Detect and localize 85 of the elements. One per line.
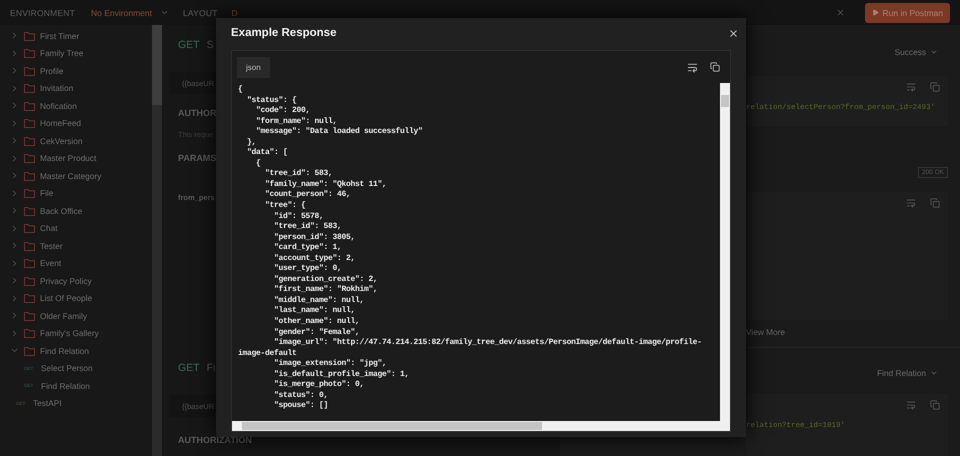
chevron-right-icon[interactable] [10,276,19,286]
caret-icon [930,48,938,56]
chevron-right-icon[interactable] [10,154,19,163]
folder-name[interactable]: Find Relation [40,346,89,356]
folder-name[interactable]: Invitation [40,83,74,94]
folder-name[interactable]: Older Family [40,310,88,321]
chevron-right-icon[interactable] [10,188,19,198]
request-name[interactable]: Select Person [41,363,93,374]
environment-label: ENVIRONMENT [10,8,76,18]
chevron-right-icon[interactable] [10,206,19,216]
chevron-right-icon[interactable] [10,66,19,76]
folder-icon [24,30,35,41]
folder-name[interactable]: Chat [40,223,58,234]
folder-name[interactable]: Back Office [40,206,82,216]
example-select[interactable]: Find Relation [877,368,938,378]
folder-icon [24,48,35,58]
chevron-right-icon[interactable] [10,136,19,146]
folder-name[interactable]: Master Product [40,153,96,164]
caret-icon [160,8,169,17]
folder-name[interactable]: Master Category [40,170,102,181]
chevron-right-icon[interactable] [10,294,19,303]
request-name[interactable]: TestAPI [33,398,62,408]
folder-icon [24,346,35,356]
run-button[interactable]: Run in Postman [864,2,950,22]
method-label: GET [178,39,200,53]
chevron-right-icon[interactable] [10,224,19,233]
copy-icon[interactable] [710,62,720,72]
folder-icon [24,206,35,216]
folder-icon [24,83,35,94]
chevron-right-icon[interactable] [10,31,19,40]
folder-name[interactable]: CekVersion [40,136,82,146]
chevron-right-icon[interactable] [10,311,19,320]
vertical-scrollbar[interactable] [720,83,730,421]
folder-icon [24,276,35,286]
folder-name[interactable]: Family's Gallery [40,328,99,338]
chevron-right-icon[interactable] [10,258,19,268]
folder-icon [24,328,35,338]
chevron-right-icon[interactable] [10,171,19,180]
folder-icon [24,170,35,181]
folder-name[interactable]: File [40,188,54,198]
request-name[interactable]: Find Relation [41,380,90,391]
folder-icon [24,188,35,198]
environment-select[interactable]: No Environment [91,8,152,18]
folder-name[interactable]: Nofication [40,100,77,111]
section-heading: AUTHORIZATION [178,435,252,445]
folder-name[interactable]: Tester [40,240,63,251]
chevron-right-icon[interactable] [10,84,19,93]
folder-icon [24,293,35,304]
folder-icon [24,118,35,128]
chevron-right-icon[interactable] [10,48,19,58]
close-button[interactable] [728,28,739,38]
folder-icon [24,223,35,234]
json-code: { "status": { "code": 200, "form_name": null, "message": "Data loaded successfully" }, "data": [ { "tree_id": 583, "family_name": "Qkohst 11", "count_person": 46, "tree": { "id": 5578, "tree_id": 583, "person_id": 3805, "card_type": 1, "account_type": 2, "user_type": 0, "generation_create": 2, "first_name": "Rokhim", "middle_name": null, "last_name": null, "other_name": null, "gender": "Female", "image_url": "http://47.74.214.215:82/family_tree_dev/assets/PersonImage/default-image/profile-image-default "image_extension": "jpg", "is_default_profile_image": 1, "is_merge_photo": 0, "status": 0, "spouse": [] [237,84,703,412]
folder-icon [24,153,35,164]
method-label: GET [178,362,200,376]
folder-name[interactable]: Event [40,258,62,268]
close-icon[interactable] [836,8,845,17]
wrap-icon[interactable] [687,62,698,72]
folder-icon [24,258,35,268]
json-tab[interactable]: json [237,56,270,78]
view-more-link[interactable]: View More [746,326,948,337]
folder-name[interactable]: Profile [40,66,64,76]
folder-icon [24,66,35,76]
chevron-right-icon[interactable] [10,241,19,250]
example-select[interactable]: Success [894,47,938,57]
folder-icon [24,240,35,251]
layout-label: LAYOUT [182,8,218,18]
folder-name[interactable]: Family Tree [40,48,84,58]
section-heading: PARAMS [178,153,216,163]
scrollbar[interactable] [152,25,162,456]
chevron-right-icon[interactable] [10,328,19,338]
folder-name[interactable]: List Of People [40,293,92,304]
layout-value[interactable]: D [232,8,238,18]
folder-icon [24,136,35,146]
play-icon [872,9,879,16]
modal-title: Example Response [231,27,336,39]
section-heading: AUTHOR [178,108,216,118]
folder-name[interactable]: Privacy Policy [40,276,92,286]
chevron-right-icon[interactable] [10,118,19,128]
chevron-right-icon[interactable] [10,101,19,110]
folder-name[interactable]: HomeFeed [40,118,82,128]
horizontal-scrollbar[interactable] [232,421,730,431]
folder-icon [24,100,35,111]
folder-icon [24,310,35,321]
folder-name[interactable]: First Timer [40,30,80,41]
